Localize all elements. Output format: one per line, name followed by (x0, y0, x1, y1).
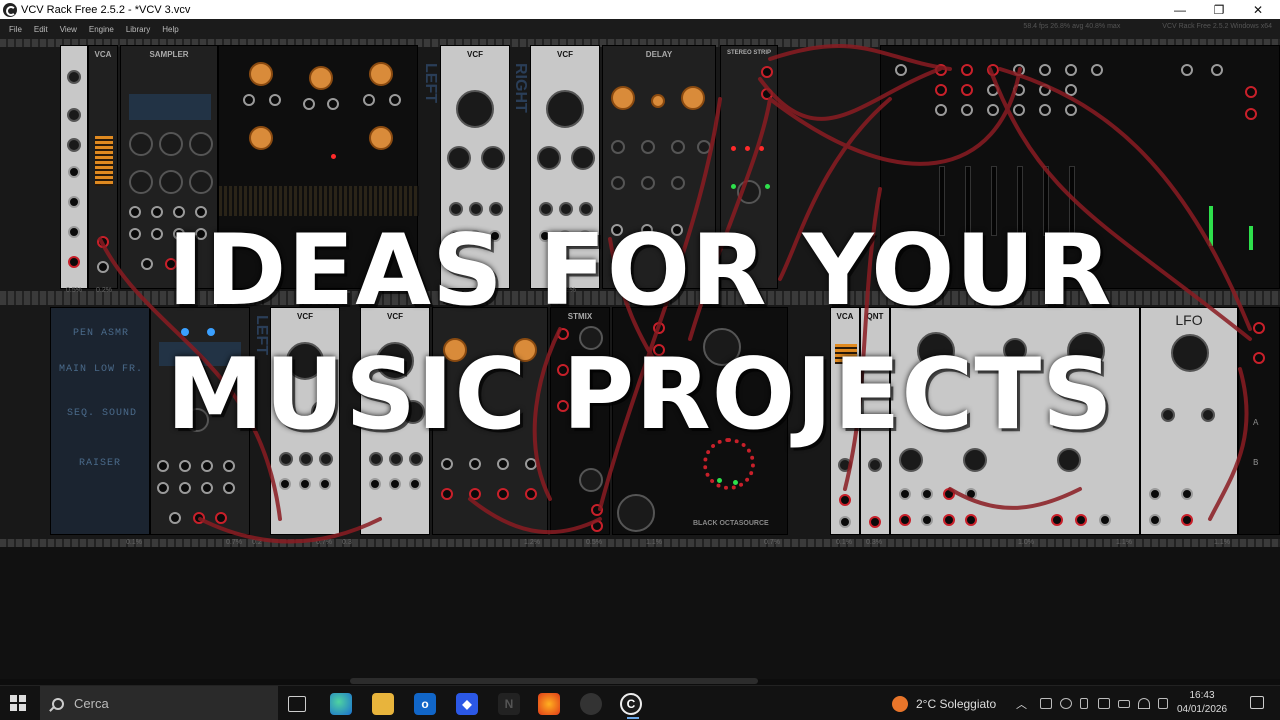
title-bar: VCV Rack Free 2.5.2 - *VCV 3.vcv — ❐ ✕ (0, 0, 1280, 19)
weather-widget[interactable]: 2°C Soleggiato (892, 686, 996, 720)
outlook-icon[interactable]: o (414, 693, 436, 715)
weather-sun-icon (892, 695, 908, 712)
menu-help[interactable]: Help (156, 25, 184, 34)
menu-bar: File Edit View Engine Library Help 58.4 … (0, 19, 1280, 39)
file-explorer-icon[interactable] (372, 693, 394, 715)
search-placeholder: Cerca (74, 696, 109, 711)
app-icon[interactable] (580, 693, 602, 715)
rack-horizontal-scrollbar[interactable] (350, 678, 758, 684)
battery-icon[interactable] (1118, 700, 1130, 708)
task-view-icon[interactable] (288, 696, 306, 712)
clock-date: 04/01/2026 (1176, 704, 1228, 715)
engine-status: 58.4 fps 26.8% avg 40.8% max VCV Rack Fr… (983, 23, 1272, 30)
system-clock[interactable]: 16:43 04/01/2026 (1172, 689, 1232, 717)
onedrive-icon[interactable] (1060, 698, 1072, 709)
windows-taskbar: Cerca o ◆ N C 2°C Soleggiato ︿ 16:43 04/… (0, 685, 1280, 720)
bluetooth-icon[interactable] (1098, 698, 1110, 709)
vcv-rack-app-icon (3, 2, 17, 17)
taskbar-search-box[interactable]: Cerca (40, 686, 278, 720)
maximize-button[interactable]: ❐ (1199, 0, 1239, 19)
edge-browser-icon[interactable] (330, 693, 352, 715)
menu-library[interactable]: Library (120, 25, 156, 34)
headline-line-2: MUSIC PROJECTS (166, 338, 1114, 452)
version-label: VCV Rack Free 2.5.2 Windows x64 (1162, 23, 1272, 30)
weather-text: 2°C Soleggiato (916, 696, 997, 711)
notifications-icon[interactable] (1250, 696, 1264, 709)
windows-start-button[interactable] (10, 695, 26, 711)
menu-file[interactable]: File (3, 25, 28, 34)
menu-engine[interactable]: Engine (83, 25, 120, 34)
microphone-icon[interactable] (1080, 698, 1088, 709)
tray-app-icon[interactable] (1040, 698, 1052, 709)
tray-overflow-chevron-icon[interactable]: ︿ (1016, 686, 1027, 720)
menu-edit[interactable]: Edit (28, 25, 54, 34)
dropbox-icon[interactable]: ◆ (456, 693, 478, 715)
clock-time: 16:43 (1189, 690, 1215, 701)
menu-view[interactable]: View (54, 25, 83, 34)
close-button[interactable]: ✕ (1238, 0, 1278, 19)
fps-readout: 58.4 fps 26.8% avg 40.8% max (1023, 23, 1121, 30)
minimize-button[interactable]: — (1160, 0, 1200, 19)
volume-icon[interactable] (1158, 698, 1168, 709)
wifi-icon[interactable] (1138, 698, 1150, 709)
firefox-icon[interactable] (538, 693, 560, 715)
search-icon (52, 697, 64, 710)
notion-icon[interactable]: N (498, 693, 520, 715)
headline-line-1: IDEAS FOR YOUR (167, 214, 1113, 328)
window-title: VCV Rack Free 2.5.2 - *VCV 3.vcv (21, 3, 191, 16)
vcv-rack-taskbar-icon[interactable]: C (620, 693, 642, 719)
